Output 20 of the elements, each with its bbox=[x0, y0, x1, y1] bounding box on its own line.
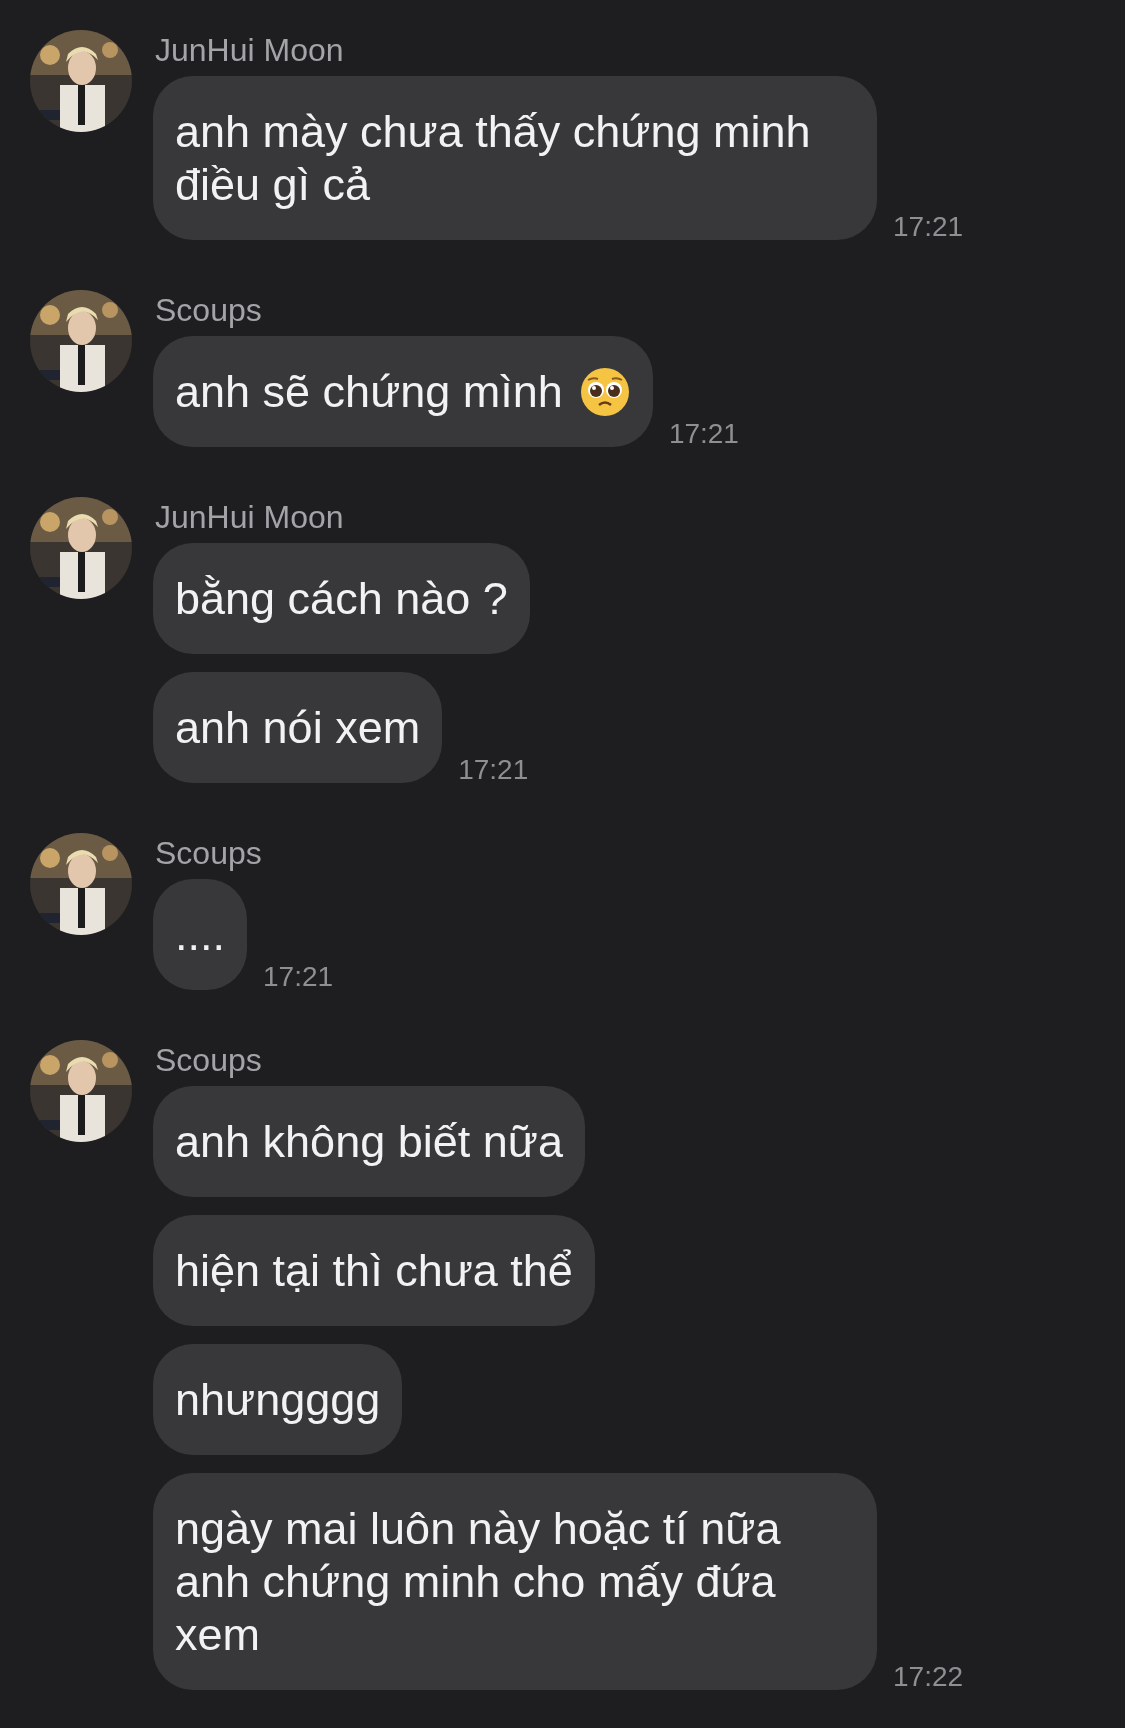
message-bubble: ngày mai luôn này hoặc tí nữa anh chứng minh cho mấy đứa xem bbox=[153, 1473, 877, 1690]
message-bubble: anh sẽ chứng mình bbox=[153, 336, 653, 447]
message-time: 17:21 bbox=[263, 962, 334, 992]
pleading-face-icon bbox=[578, 365, 631, 418]
sender-name: Scoups bbox=[155, 291, 263, 330]
message-bubble: anh nói xem bbox=[153, 672, 443, 783]
sender-name: JunHui Moon bbox=[155, 31, 345, 70]
message-bubble: anh không biết nữa bbox=[153, 1086, 585, 1197]
sender-name: JunHui Moon bbox=[155, 498, 345, 537]
message-bubble: bằng cách nào ? bbox=[153, 543, 530, 654]
message-time: 17:21 bbox=[458, 755, 529, 785]
message-bubble: .... bbox=[153, 879, 247, 990]
message-time: 17:21 bbox=[668, 419, 739, 449]
message-time: 17:21 bbox=[893, 212, 964, 242]
sender-name: Scoups bbox=[155, 1041, 263, 1080]
message-time: 17:22 bbox=[893, 1662, 964, 1692]
message-bubble: hiện tại thì chưa thể bbox=[153, 1215, 595, 1326]
message-bubble: nhưngggg bbox=[153, 1344, 403, 1455]
sender-name: Scoups bbox=[155, 834, 263, 873]
message-bubble: anh mày chưa thấy chứng minh điều gì cả bbox=[153, 76, 877, 240]
